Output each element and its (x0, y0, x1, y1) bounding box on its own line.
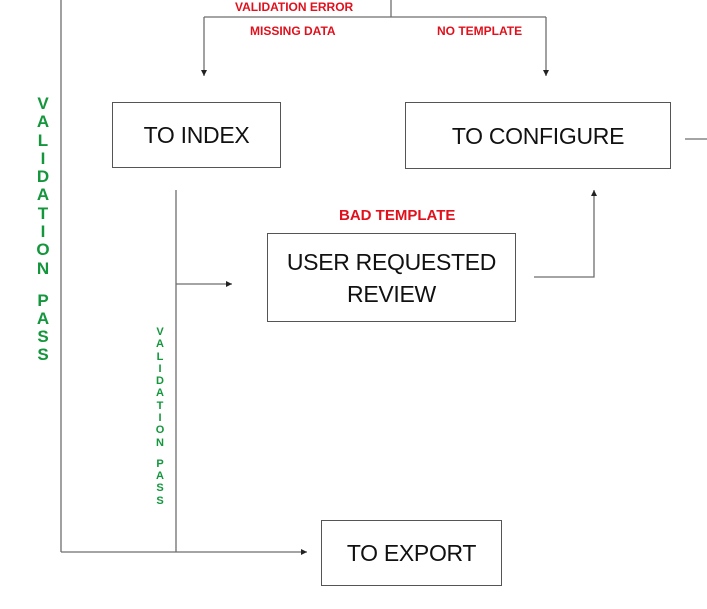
letter: S (37, 345, 49, 365)
letter: L (156, 350, 164, 363)
validation-pass-inner-label: VALIDATIONPASS (153, 326, 167, 507)
letter: A (156, 338, 164, 351)
node-to-index[interactable]: TO INDEX (112, 102, 281, 168)
node-to-index-text: TO INDEX (143, 122, 250, 148)
letter: V (37, 94, 49, 113)
letter: I (158, 362, 162, 375)
bad-template-label: BAD TEMPLATE (339, 207, 456, 224)
letter: I (40, 148, 46, 168)
letter: I (158, 412, 162, 425)
node-to-export[interactable]: TO EXPORT (321, 520, 502, 586)
node-to-export-text: TO EXPORT (346, 540, 477, 566)
letter: D (156, 375, 164, 388)
letter: T (156, 399, 164, 412)
letter: O (36, 240, 50, 260)
letter: A (156, 387, 164, 400)
letter: A (36, 112, 50, 132)
validation-error-label: VALIDATION ERROR (235, 0, 354, 14)
letter: P (156, 457, 164, 470)
letter: L (37, 130, 49, 150)
node-to-configure[interactable]: TO CONFIGURE (405, 102, 671, 169)
letter: A (36, 185, 50, 205)
letter: P (37, 290, 49, 310)
letter: S (156, 494, 164, 507)
letter: A (36, 308, 50, 328)
node-review-line-1: USER REQUESTED (286, 248, 497, 275)
letter: I (40, 222, 46, 242)
node-to-configure-text: TO CONFIGURE (451, 122, 625, 149)
no-template-label: NO TEMPLATE (437, 24, 523, 38)
letter: D (36, 167, 50, 187)
validation-pass-outer-label: VALIDATIONPASS (33, 94, 53, 365)
letter: S (156, 482, 164, 495)
review-to-configure-arrow (534, 190, 597, 278)
letter: T (37, 203, 49, 223)
letter: V (156, 326, 164, 338)
missing-data-label: MISSING DATA (250, 24, 336, 38)
letter: N (36, 258, 50, 278)
node-review-line-2: REVIEW (347, 280, 436, 307)
letter: N (156, 436, 164, 449)
letter: S (37, 327, 49, 347)
letter: O (155, 424, 165, 437)
letter: A (156, 470, 164, 483)
node-user-requested-review[interactable]: USER REQUESTED REVIEW (267, 233, 516, 322)
